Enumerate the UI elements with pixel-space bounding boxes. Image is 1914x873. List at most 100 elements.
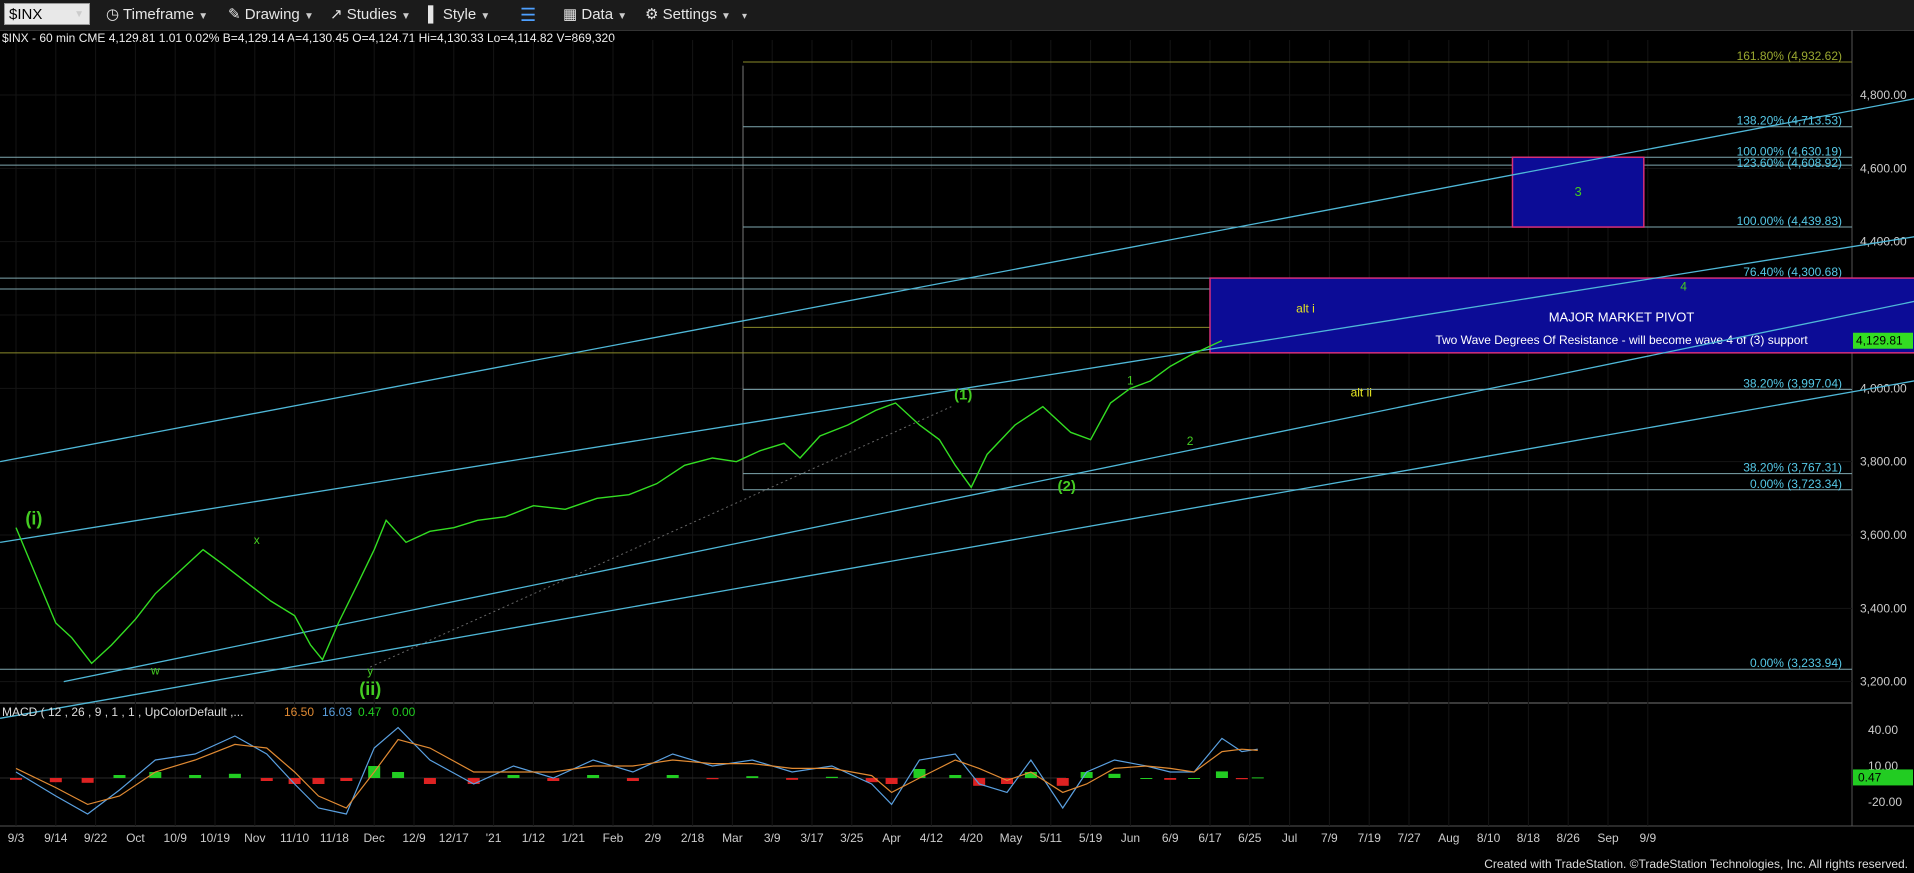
wave-label: w [150,663,160,677]
copyright-footer: Created with TradeStation. ©TradeStation… [1484,857,1908,871]
macd-title: MACD ( 12 , 26 , 9 , 1 , 1 , UpColorDefa… [2,705,243,719]
macd-histogram-bar [1235,778,1248,780]
time-axis-tick-label: Aug [1438,831,1459,845]
macd-histogram-bar [260,778,273,781]
price-chart[interactable]: 4,800.004,600.004,400.004,200.004,000.00… [0,0,1914,873]
macd-histogram-bar [746,776,759,778]
macd-histogram-bar [1251,777,1264,779]
time-axis-tick-label: Apr [882,831,901,845]
time-axis-tick-label: 7/19 [1358,831,1382,845]
time-axis-tick-label: 4/20 [960,831,984,845]
macd-histogram-bar [189,775,202,778]
time-axis-tick-label: 2/9 [644,831,661,845]
wave-label: (2) [1058,478,1076,495]
fib-level-label: 38.20% (3,997.04) [1743,376,1842,390]
time-axis-tick-label: 1/21 [562,831,586,845]
macd-readout: 16.50 [284,705,314,719]
macd-histogram-bar [10,778,22,780]
wave-label: y [367,664,373,678]
time-axis-tick-label: 12/17 [439,831,469,845]
time-axis-tick-label: 7/9 [1321,831,1338,845]
macd-histogram-bar [1164,778,1177,780]
wave-label: (i) [25,509,42,529]
time-axis-tick-label: 3/25 [840,831,864,845]
time-axis-tick-label: 10/9 [164,831,188,845]
macd-histogram-bar [666,775,679,778]
macd-histogram-bar [1140,778,1153,779]
macd-histogram-bar [340,778,353,781]
macd-histogram-bar [1108,773,1121,778]
macd-histogram-bar [423,778,436,784]
time-axis-tick-label: 9/22 [84,831,108,845]
time-axis-tick-label: 3/9 [764,831,781,845]
wave-label: 1 [1127,374,1134,388]
macd-histogram-bar [392,772,405,778]
macd-readout: 16.03 [322,705,352,719]
time-axis-tick-label: 9/14 [44,831,68,845]
time-axis-tick-label: 5/19 [1079,831,1103,845]
dotted-trend-line [370,406,952,668]
time-axis-tick-label: 6/25 [1238,831,1262,845]
wave-label: (ii) [359,679,381,699]
time-axis-tick-label: 3/17 [800,831,824,845]
time-axis-tick-label: 2/18 [681,831,705,845]
macd-histogram-bar [467,778,480,784]
time-axis-tick-label: 9/9 [1639,831,1656,845]
box-label: MAJOR MARKET PIVOT [1549,309,1695,324]
fib-level-label: 100.00% (4,439.83) [1737,214,1842,228]
time-axis-tick-label: 4/12 [920,831,944,845]
time-axis-tick-label: 10/19 [200,831,230,845]
macd-histogram-bar [113,775,126,778]
macd-histogram-bar [706,778,719,780]
time-axis-tick-label: Nov [244,831,265,845]
macd-histogram-bar [228,773,241,778]
price-axis-tick-label: 4,800.00 [1860,88,1907,102]
price-axis-tick-label: 3,400.00 [1860,601,1907,615]
macd-readout: 0.00 [392,705,416,719]
time-axis-tick-label: Mar [722,831,743,845]
macd-histogram-bar [825,776,838,778]
price-axis-tick-label: 3,600.00 [1860,528,1907,542]
time-axis-tick-label: 6/9 [1162,831,1179,845]
time-axis-tick-label: Feb [603,831,624,845]
time-axis-tick-label: Oct [126,831,145,845]
macd-histogram-bar [949,775,962,778]
macd-histogram-bar [1188,778,1201,779]
price-axis-tick-label: 3,200.00 [1860,675,1907,689]
macd-histogram-bar [626,778,639,781]
macd-axis-tick-label: 40.00 [1868,723,1898,737]
wave-label: 4 [1680,279,1687,293]
macd-histogram-bar [49,778,62,783]
macd-histogram-bar [1056,778,1069,786]
fib-level-label: 0.00% (3,723.34) [1750,477,1842,491]
macd-histogram-bar [507,775,520,778]
time-axis-tick-label: 9/3 [8,831,25,845]
time-axis-tick-label: 6/17 [1198,831,1222,845]
time-axis-tick-label: 7/27 [1397,831,1421,845]
time-axis-tick-label: 11/10 [280,831,309,845]
last-price-value: 4,129.81 [1856,334,1903,348]
time-axis-tick-label: 8/10 [1477,831,1501,845]
macd-histogram-bar [312,778,325,784]
macd-histogram-bar [786,778,799,780]
wave-label: alt ii [1351,385,1372,399]
price-axis-tick-label: 4,600.00 [1860,161,1907,175]
time-axis-tick-label: Dec [364,831,385,845]
time-axis-tick-label: May [1000,831,1023,845]
macd-last-value: 0.47 [1858,770,1882,784]
fib-level-label: 38.20% (3,767.31) [1743,461,1842,475]
wave-label: (1) [954,386,972,403]
macd-histogram-bar [587,775,600,778]
time-axis-tick-label: '21 [486,831,502,845]
macd-readout: 0.47 [358,705,382,719]
macd-histogram-bar [885,778,898,784]
time-axis-tick-label: 5/11 [1040,831,1063,845]
time-axis-tick-label: 12/9 [402,831,426,845]
macd-line [15,726,1258,815]
macd-histogram-bar [1215,771,1228,778]
fib-level-label: 161.80% (4,932.62) [1737,49,1842,63]
time-axis-tick-label: 8/26 [1557,831,1581,845]
wave-label: x [254,533,260,547]
time-axis-tick-label: Jul [1282,831,1297,845]
time-axis-tick-label: 8/18 [1517,831,1541,845]
